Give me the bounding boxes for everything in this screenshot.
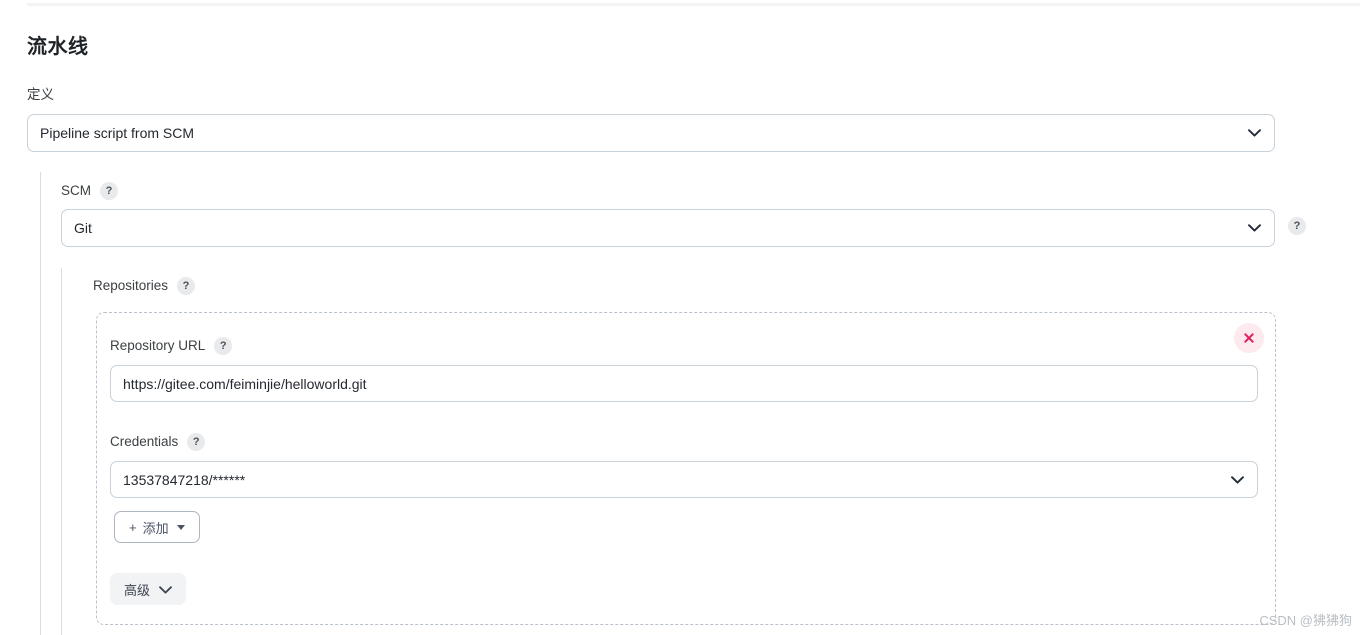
help-icon-repository-url[interactable]: ? [214,337,233,355]
credentials-select-value: 13537847218/****** [123,471,246,488]
close-icon [1243,332,1255,344]
credentials-label-row: Credentials ? [110,433,206,451]
top-divider [27,3,1360,6]
nesting-guide-level-1 [40,172,41,635]
scm-label-row: SCM ? [61,182,118,200]
repository-url-label: Repository URL [110,338,206,353]
nesting-guide-level-2 [61,268,62,635]
help-icon-credentials[interactable]: ? [187,433,206,451]
credentials-label: Credentials [110,434,179,449]
definition-select-value: Pipeline script from SCM [40,125,195,141]
advanced-label: 高级 [124,582,151,598]
definition-label-row: 定义 [27,87,54,103]
chevron-down-icon [1231,475,1244,484]
watermark: CSDN @狒狒狗 [1259,613,1352,628]
repository-url-input[interactable]: https://gitee.com/feiminjie/helloworld.g… [110,365,1258,402]
help-icon-scm[interactable]: ? [100,182,118,200]
help-icon-repositories[interactable]: ? [177,277,196,295]
delete-repository-button[interactable] [1234,323,1264,353]
scm-select[interactable]: Git [61,209,1275,247]
page-title: 流水线 [27,36,89,58]
repository-url-label-row: Repository URL ? [110,337,233,355]
credentials-select[interactable]: 13537847218/****** [110,461,1258,498]
repository-url-value: https://gitee.com/feiminjie/helloworld.g… [123,375,367,392]
pipeline-config-page: 流水线 定义 Pipeline script from SCM SCM ? Gi… [0,0,1360,635]
advanced-toggle-button[interactable]: 高级 [110,573,187,605]
add-credentials-label: 添加 [142,520,169,536]
definition-select[interactable]: Pipeline script from SCM [27,114,1275,152]
repositories-label-row: Repositories ? [93,277,196,295]
caret-down-icon [176,524,185,530]
chevron-down-icon [159,582,172,597]
repositories-label: Repositories [93,278,169,293]
chevron-down-icon [1248,129,1261,137]
definition-label: 定义 [27,87,54,102]
scm-select-value: Git [74,220,92,236]
chevron-down-icon [1248,224,1261,232]
add-credentials-button[interactable]: + 添加 [114,511,200,543]
help-icon-scm-section[interactable]: ? [1288,217,1306,235]
scm-label: SCM [61,183,91,198]
plus-icon: + [129,519,137,535]
